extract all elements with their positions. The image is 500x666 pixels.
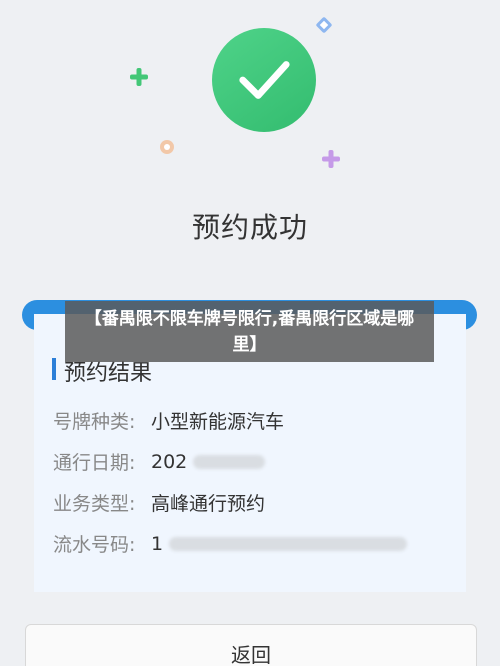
info-row-serial-number: 流水号码: 1 xyxy=(53,530,408,557)
row-label: 通行日期: xyxy=(53,452,136,474)
redacted-text xyxy=(169,536,408,551)
plus-sparkle-icon xyxy=(322,150,340,168)
info-row-date: 通行日期: 202 xyxy=(53,448,266,475)
row-value: 202 xyxy=(151,450,188,473)
overlay-caption: 【番禺限不限车牌号限行,番禺限行区域是哪里】 xyxy=(65,301,434,362)
diamond-sparkle-icon xyxy=(316,17,332,33)
info-row-plate-type: 号牌种类: 小型新能源汽车 xyxy=(53,407,284,434)
row-label: 业务类型: xyxy=(53,493,136,515)
circle-sparkle-icon xyxy=(160,140,174,154)
redacted-text xyxy=(193,454,266,469)
row-value: 1 xyxy=(151,532,164,555)
back-button[interactable]: 返回 xyxy=(25,624,477,666)
section-accent-bar xyxy=(52,358,56,380)
check-icon xyxy=(239,61,290,99)
row-label: 号牌种类: xyxy=(53,411,136,433)
info-row-business-type: 业务类型: 高峰通行预约 xyxy=(53,489,265,516)
page-title: 预约成功 xyxy=(191,211,308,244)
check-circle-icon xyxy=(212,28,316,132)
plus-sparkle-icon xyxy=(130,68,148,86)
row-label: 流水号码: xyxy=(53,534,136,556)
row-value: 高峰通行预约 xyxy=(151,493,266,515)
row-value: 小型新能源汽车 xyxy=(151,411,285,433)
